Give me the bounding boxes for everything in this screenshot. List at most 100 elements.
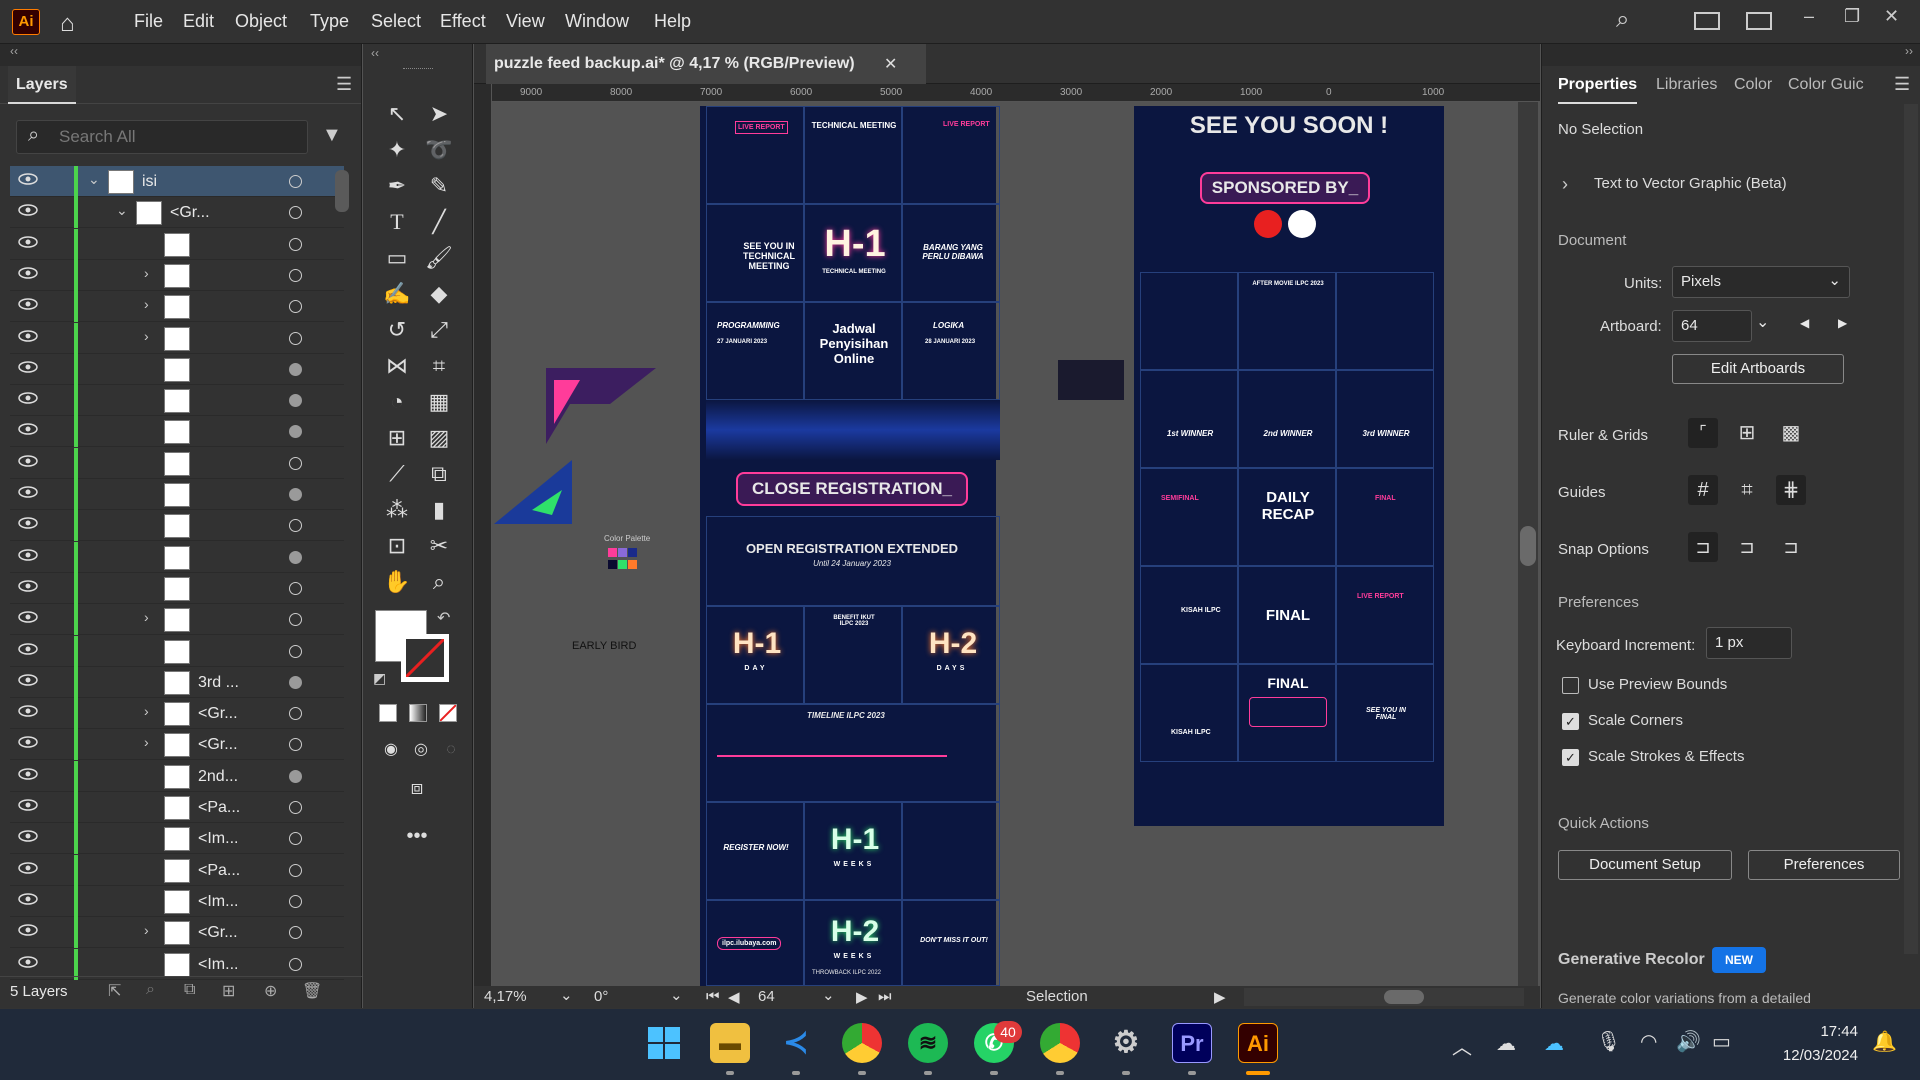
clipping-mask-icon[interactable]: ⧉: [184, 981, 195, 999]
visibility-eye-icon[interactable]: [18, 203, 38, 223]
layer-target-icon[interactable]: [289, 362, 302, 376]
perspective-grid-tool-icon[interactable]: ▦: [423, 386, 455, 418]
chevron-right-icon[interactable]: ›: [144, 734, 149, 750]
visibility-eye-icon[interactable]: [18, 829, 38, 849]
chevron-down-icon[interactable]: ⌄: [116, 202, 128, 219]
layer-target-icon[interactable]: [289, 394, 302, 408]
smart-guides-icon[interactable]: ⋕: [1776, 475, 1806, 505]
layer-target-icon[interactable]: [289, 581, 302, 595]
gradient-tool-icon[interactable]: ▨: [423, 422, 455, 454]
scale-corners-checkbox[interactable]: ✓: [1562, 713, 1579, 730]
zoom-level-field[interactable]: 4,17%: [484, 988, 527, 1005]
layer-row[interactable]: <Im...: [10, 948, 344, 980]
photo-thumbnail[interactable]: [1058, 360, 1124, 400]
menu-view[interactable]: View: [506, 11, 545, 32]
layer-target-icon[interactable]: [289, 863, 302, 877]
mesh-tool-icon[interactable]: ⊞: [381, 422, 413, 454]
clock-time[interactable]: 17:44: [1762, 1023, 1858, 1040]
horizontal-scroll-thumb[interactable]: [1384, 990, 1424, 1004]
visibility-eye-icon[interactable]: [18, 360, 38, 380]
chevron-up-icon[interactable]: ︿: [1452, 1031, 1472, 1060]
layer-target-icon[interactable]: [289, 675, 302, 689]
chevron-down-icon[interactable]: ⌄: [560, 986, 573, 1004]
curvature-tool-icon[interactable]: ✎: [423, 170, 455, 202]
panel-menu-icon[interactable]: ☰: [336, 74, 352, 95]
chevron-down-icon[interactable]: ⌄: [670, 986, 683, 1004]
color-palette-swatches[interactable]: [608, 548, 644, 574]
layer-row[interactable]: › <Gr...: [10, 698, 344, 730]
rotate-tool-icon[interactable]: ↺: [381, 314, 413, 346]
illustrator-icon[interactable]: Ai: [1238, 1023, 1278, 1063]
locate-object-icon[interactable]: ⌕: [146, 981, 155, 999]
artboard-left[interactable]: LIVE REPORT TECHNICAL MEETING LIVE REPOR…: [700, 106, 1000, 986]
snap-to-pixel-icon[interactable]: ⊐: [1732, 532, 1762, 562]
artboard-number-input[interactable]: 64: [1672, 310, 1752, 342]
layers-search-input[interactable]: Search All: [16, 120, 308, 154]
visibility-eye-icon[interactable]: [18, 735, 38, 755]
screen-mode-icon[interactable]: ⧈: [401, 772, 433, 804]
home-icon[interactable]: ⌂: [60, 10, 75, 38]
layer-target-icon[interactable]: [289, 331, 302, 345]
swap-fill-stroke-icon[interactable]: ↶: [437, 608, 450, 628]
layer-target-icon[interactable]: [289, 237, 302, 251]
layer-row[interactable]: 3rd ...: [10, 666, 344, 698]
layer-row[interactable]: <Pa...: [10, 854, 344, 886]
visibility-eye-icon[interactable]: [18, 673, 38, 693]
layer-row[interactable]: ›: [10, 291, 344, 323]
scale-strokes-checkbox[interactable]: ✓: [1562, 749, 1579, 766]
layer-row[interactable]: ›: [10, 604, 344, 636]
layer-target-icon[interactable]: [289, 175, 302, 188]
layers-scrollbar[interactable]: [335, 170, 349, 212]
visibility-eye-icon[interactable]: [18, 798, 38, 818]
magic-wand-tool-icon[interactable]: ✦: [381, 134, 413, 166]
horizontal-scrollbar[interactable]: [1244, 988, 1524, 1006]
restore-icon[interactable]: ❐: [1844, 6, 1860, 27]
search-icon[interactable]: ⌕: [1616, 6, 1629, 34]
visibility-eye-icon[interactable]: [18, 297, 38, 317]
next-artboard-icon[interactable]: ▶: [856, 988, 868, 1006]
vertical-ruler[interactable]: [474, 84, 492, 988]
layer-row[interactable]: › <Gr...: [10, 917, 344, 949]
layer-row[interactable]: › <Gr...: [10, 729, 344, 761]
width-tool-icon[interactable]: ⋈: [381, 350, 413, 382]
layer-target-icon[interactable]: [289, 300, 302, 314]
document-tab[interactable]: puzzle feed backup.ai* @ 4,17 % (RGB/Pre…: [486, 44, 926, 84]
spotify-icon[interactable]: ≋: [908, 1023, 948, 1063]
use-preview-bounds-checkbox[interactable]: [1562, 677, 1579, 694]
expand-panel-icon[interactable]: ››: [1542, 44, 1920, 66]
layer-row[interactable]: <Im...: [10, 885, 344, 917]
grid-icon[interactable]: ⊞: [1732, 418, 1762, 448]
visibility-eye-icon[interactable]: [18, 704, 38, 724]
layer-target-icon[interactable]: [289, 957, 302, 971]
menu-file[interactable]: File: [134, 11, 163, 32]
status-menu-icon[interactable]: ▶: [1214, 988, 1226, 1006]
previous-artboard-icon[interactable]: ◀: [1800, 316, 1809, 330]
toolbar-grip[interactable]: [403, 68, 433, 71]
visibility-eye-icon[interactable]: [18, 579, 38, 599]
visibility-eye-icon[interactable]: [18, 454, 38, 474]
layer-row[interactable]: [10, 635, 344, 667]
gradient-mode-icon[interactable]: [409, 704, 427, 722]
layer-row[interactable]: 2nd...: [10, 760, 344, 792]
layer-target-icon[interactable]: [289, 832, 302, 846]
type-tool-icon[interactable]: T: [381, 206, 413, 238]
layer-target-icon[interactable]: [289, 894, 302, 908]
layer-row[interactable]: <Im...: [10, 823, 344, 855]
layer-row[interactable]: ›: [10, 259, 344, 291]
draw-normal-icon[interactable]: ◉: [375, 734, 407, 766]
cloud-sync-icon[interactable]: ☁: [1544, 1031, 1564, 1056]
layer-row[interactable]: [10, 479, 344, 510]
visibility-eye-icon[interactable]: [18, 485, 38, 505]
menu-object[interactable]: Object: [235, 11, 287, 32]
clock-date[interactable]: 12/03/2024: [1746, 1047, 1858, 1064]
horizontal-ruler[interactable]: 9000 8000 7000 6000 5000 4000 3000 2000 …: [492, 84, 1540, 102]
layer-target-icon[interactable]: [289, 769, 302, 783]
layer-target-icon[interactable]: [289, 488, 302, 501]
premiere-pro-icon[interactable]: Pr: [1172, 1023, 1212, 1063]
layer-row[interactable]: [10, 228, 344, 260]
artboard-number-field[interactable]: 64: [758, 988, 775, 1005]
chevron-down-icon[interactable]: ⌄: [1756, 312, 1769, 332]
layer-target-icon[interactable]: [289, 425, 302, 439]
tab-color-guide[interactable]: Color Guic: [1788, 66, 1864, 104]
new-sublayer-icon[interactable]: ⊞: [222, 981, 235, 1001]
